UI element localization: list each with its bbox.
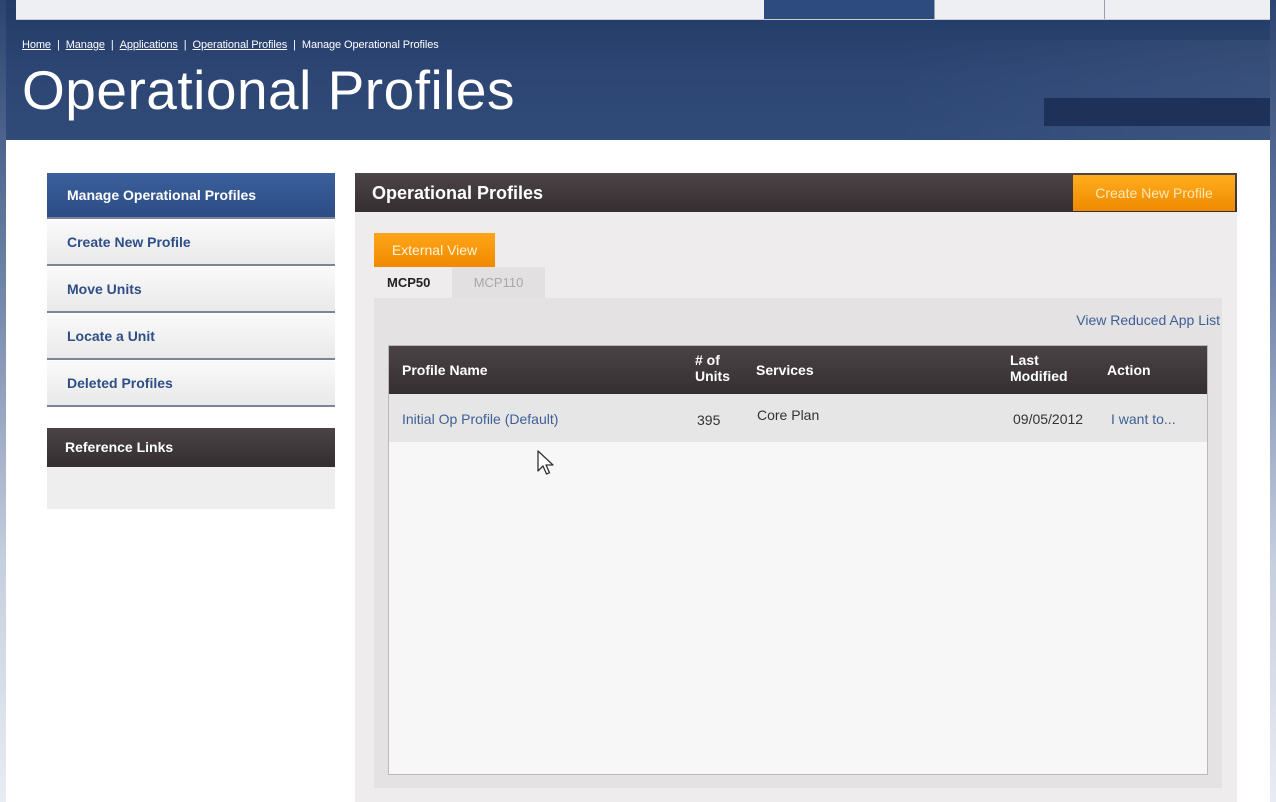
column-header-units-line2: Units xyxy=(695,368,730,384)
profiles-table: Profile Name # of Units Services Last Mo… xyxy=(388,345,1208,775)
breadcrumb: Home | Manage | Applications | Operational Pro… xyxy=(22,39,439,51)
units-count: 395 xyxy=(697,412,721,428)
header-decoration-band xyxy=(1044,98,1270,126)
table-row: Initial Op Profile (Default) 395 Core Pl… xyxy=(389,394,1207,442)
column-header-units-line1: # of xyxy=(695,352,720,368)
last-modified-value: 09/05/2012 xyxy=(1013,411,1084,427)
top-nav-divider xyxy=(934,0,935,19)
reference-links-header: Reference Links xyxy=(47,428,335,467)
view-reduced-app-list-link[interactable]: View Reduced App List xyxy=(1076,312,1220,328)
breadcrumb-applications-link[interactable]: Applications xyxy=(120,39,178,51)
table-header: Profile Name # of Units Services Last Mo… xyxy=(389,346,1207,394)
action-menu-link[interactable]: I want to... xyxy=(1111,411,1176,427)
tab-mcp50[interactable]: MCP50 xyxy=(374,267,452,298)
top-nav-divider xyxy=(1104,0,1105,19)
profile-name-link[interactable]: Initial Op Profile (Default) xyxy=(402,411,558,427)
mouse-pointer-icon xyxy=(537,450,554,475)
create-new-profile-button[interactable]: Create New Profile xyxy=(1073,175,1235,211)
sidebar-nav: Manage Operational Profiles Create New P… xyxy=(47,173,335,408)
sidebar-item-move-units[interactable]: Move Units xyxy=(47,267,335,313)
page-title: Operational Profiles xyxy=(22,59,516,121)
column-header-last-modified[interactable]: Last Modified xyxy=(1010,352,1080,384)
sidebar-item-create-new-profile[interactable]: Create New Profile xyxy=(47,220,335,266)
column-header-last-modified-line1: Last xyxy=(1010,352,1039,368)
services-value: Core Plan xyxy=(757,407,820,423)
top-navigation-bar xyxy=(16,0,1270,20)
column-header-action: Action xyxy=(1107,362,1151,378)
reference-links-body xyxy=(47,467,335,509)
sidebar-item-deleted-profiles[interactable]: Deleted Profiles xyxy=(47,361,335,407)
reference-links-title: Reference Links xyxy=(65,439,174,455)
tab-mcp110[interactable]: MCP110 xyxy=(452,267,545,298)
column-header-profile-name[interactable]: Profile Name xyxy=(402,362,488,378)
sidebar-item-manage-operational-profiles[interactable]: Manage Operational Profiles xyxy=(47,173,335,219)
panel-title: Operational Profiles xyxy=(372,183,544,203)
main-panel: Operational Profiles Create New Profile … xyxy=(355,173,1237,802)
sidebar-item-locate-a-unit[interactable]: Locate a Unit xyxy=(47,314,335,360)
breadcrumb-operational-profiles-link[interactable]: Operational Profiles xyxy=(193,39,288,51)
column-header-last-modified-line2: Modified xyxy=(1010,368,1068,384)
breadcrumb-manage-link[interactable]: Manage xyxy=(66,39,105,51)
breadcrumb-current: Manage Operational Profiles xyxy=(301,39,439,51)
top-nav-active-segment[interactable] xyxy=(764,0,934,19)
external-view-button[interactable]: External View xyxy=(374,233,495,267)
page-header: Home | Manage | Applications | Operational Pro… xyxy=(6,0,1270,140)
column-header-units[interactable]: # of Units xyxy=(695,352,740,384)
column-header-services[interactable]: Services xyxy=(756,362,814,378)
panel-header: Operational Profiles Create New Profile xyxy=(355,173,1237,212)
breadcrumb-home-link[interactable]: Home xyxy=(22,39,51,51)
